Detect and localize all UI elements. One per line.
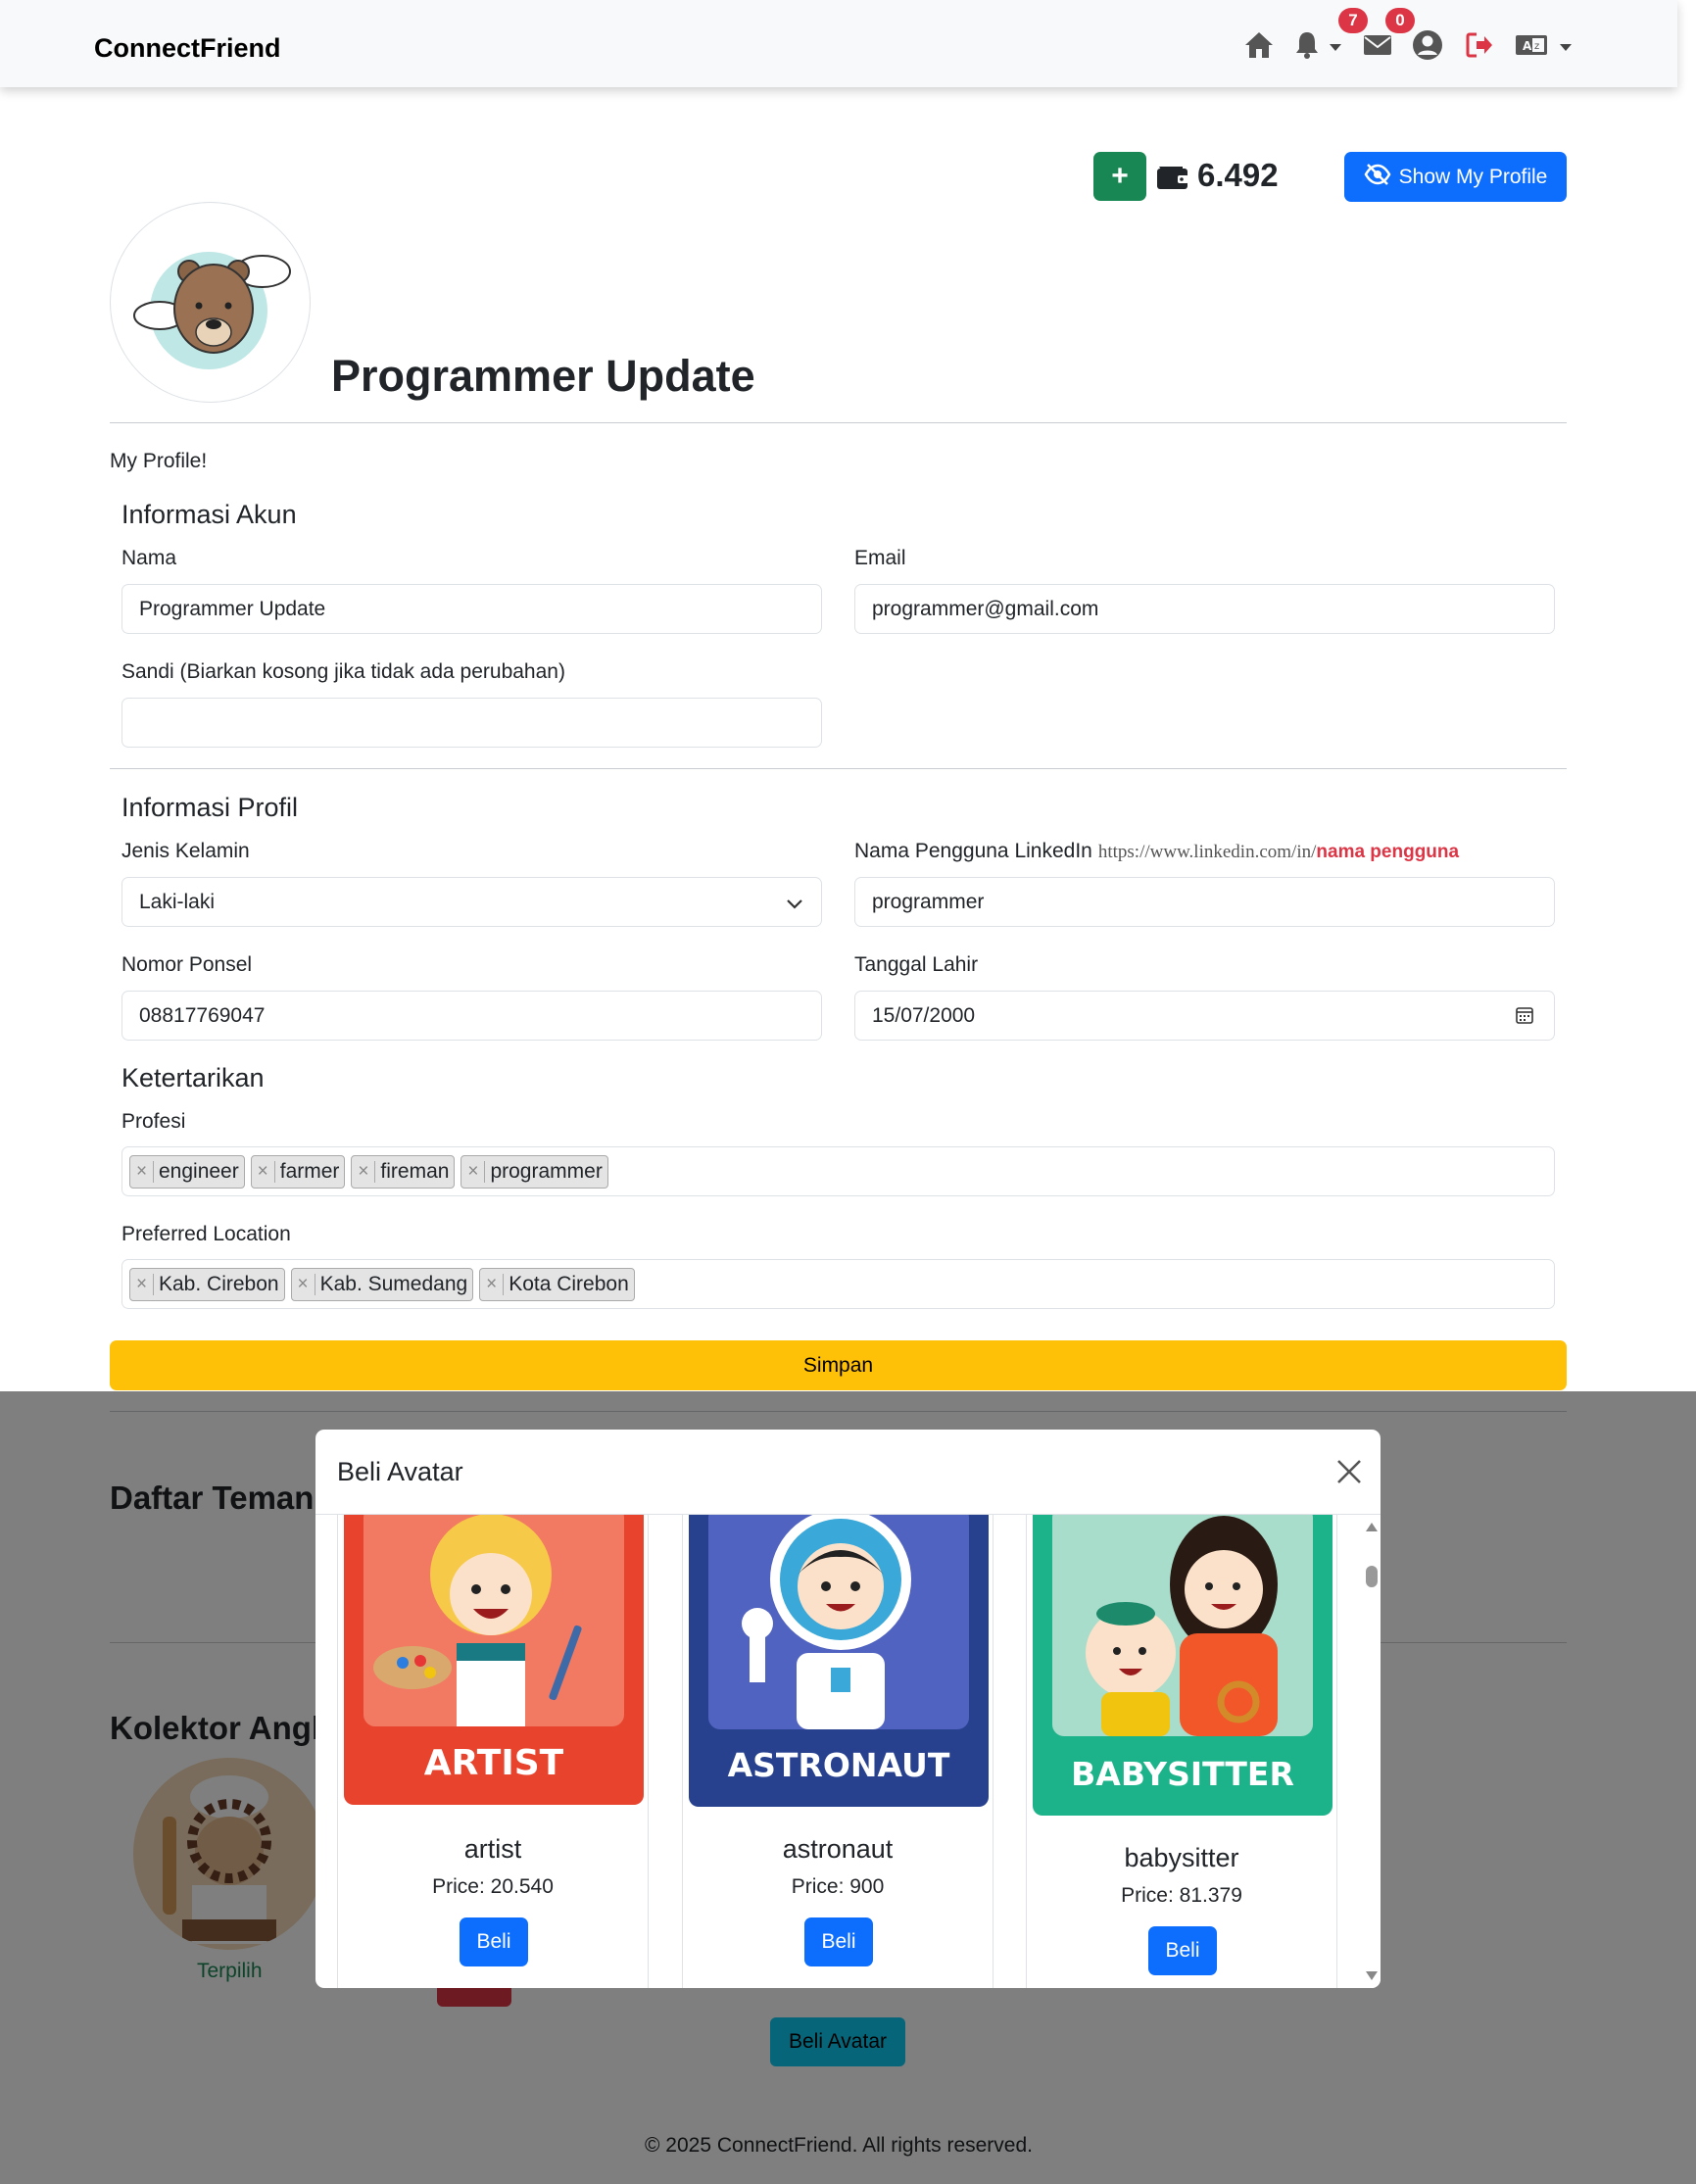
email-input[interactable]: programmer@gmail.com <box>854 584 1555 634</box>
profession-tag: × farmer <box>250 1154 346 1189</box>
avatar-price: Price: 900 <box>791 1875 885 1898</box>
birthdate-input[interactable]: 15/07/2000 <box>854 991 1555 1041</box>
buy-babysitter-button[interactable]: Beli <box>1148 1926 1217 1975</box>
modal-scrollbar[interactable] <box>1362 1515 1381 1988</box>
profession-label: Profesi <box>121 1110 186 1133</box>
location-multiselect[interactable]: × Kab. Cirebon × Kab. Sumedang × Kota Cireb… <box>121 1259 1555 1309</box>
location-tag: × Kab. Sumedang <box>290 1267 474 1301</box>
notification-dropdown-caret[interactable] <box>1330 44 1341 51</box>
account-section-title: Informasi Akun <box>121 500 297 529</box>
location-label: Preferred Location <box>121 1223 291 1245</box>
language-icon[interactable]: Az <box>1512 27 1551 63</box>
linkedin-hint-bold: nama pengguna <box>1316 842 1460 862</box>
page-title: Programmer Update <box>331 351 755 401</box>
scroll-up-arrow-icon[interactable] <box>1366 1523 1378 1531</box>
profession-tag: × programmer <box>460 1154 608 1189</box>
close-icon[interactable] <box>1334 1457 1364 1486</box>
brand-logo[interactable]: ConnectFriend <box>94 33 281 64</box>
avatar-name: babysitter <box>1124 1843 1239 1872</box>
avatar-name: artist <box>463 1834 522 1864</box>
remove-tag-icon[interactable]: × <box>480 1273 505 1295</box>
buy-avatar-modal: Beli Avatar ARTIST artist Price: 20.540 … <box>315 1430 1381 1988</box>
name-label: Nama <box>121 547 177 569</box>
name-input-value: Programmer Update <box>139 597 326 620</box>
linkedin-input-value: programmer <box>872 890 985 913</box>
gender-select-value: Laki-laki <box>139 890 216 913</box>
avatar-name: astronaut <box>782 1834 894 1864</box>
avatar-banner-artist: ARTIST <box>423 1743 564 1783</box>
remove-tag-icon[interactable]: × <box>252 1160 275 1183</box>
gender-label: Jenis Kelamin <box>121 840 250 862</box>
home-icon[interactable] <box>1241 27 1277 63</box>
show-profile-button[interactable]: Show My Profile <box>1344 152 1567 202</box>
buy-artist-button[interactable]: Beli <box>460 1917 528 1966</box>
linkedin-label: Nama Pengguna LinkedIn <box>854 840 1092 862</box>
avatar-card: ASTRONAUT astronaut Price: 900 Beli <box>682 1515 993 1988</box>
calendar-icon[interactable] <box>1515 1005 1534 1031</box>
profile-intro: My Profile! <box>110 450 208 472</box>
scroll-down-arrow-icon[interactable] <box>1366 1971 1378 1980</box>
user-circle-icon[interactable] <box>1410 27 1445 63</box>
remove-tag-icon[interactable]: × <box>292 1273 315 1295</box>
avatar-banner-astronaut: ASTRONAUT <box>727 1746 950 1784</box>
password-input[interactable] <box>121 698 822 748</box>
interests-section-title: Ketertarikan <box>121 1063 265 1092</box>
show-profile-label: Show My Profile <box>1398 165 1548 188</box>
gender-select[interactable]: Laki-laki <box>121 877 822 927</box>
wallet-balance: 6.492 <box>1197 157 1279 193</box>
svg-text:A: A <box>1523 39 1532 53</box>
topup-button[interactable]: + <box>1093 152 1146 201</box>
avatar-price: Price: 20.540 <box>432 1875 554 1898</box>
location-tag: × Kab. Cirebon <box>129 1267 285 1301</box>
remove-tag-icon[interactable]: × <box>130 1273 154 1295</box>
password-label: Sandi (Biarkan kosong jika tidak ada per… <box>121 660 565 683</box>
modal-title: Beli Avatar <box>337 1457 463 1486</box>
email-label: Email <box>854 547 906 569</box>
birthdate-input-value: 15/07/2000 <box>872 1003 976 1027</box>
profession-tag: × fireman <box>351 1154 456 1189</box>
save-button[interactable]: Simpan <box>110 1340 1567 1390</box>
logout-icon[interactable] <box>1462 27 1497 63</box>
phone-input[interactable]: 08817769047 <box>121 991 822 1041</box>
profile-section-title: Informasi Profil <box>121 793 299 822</box>
name-input[interactable]: Programmer Update <box>121 584 822 634</box>
navbar: ConnectFriend 7 0 Az <box>0 0 1677 87</box>
profile-avatar <box>110 202 311 403</box>
divider <box>110 422 1567 423</box>
birthdate-label: Tanggal Lahir <box>854 953 979 976</box>
profession-multiselect[interactable]: × engineer × farmer × fireman × programmer <box>121 1146 1555 1196</box>
avatar-card: ARTIST artist Price: 20.540 Beli <box>337 1515 649 1988</box>
chevron-down-icon <box>786 893 803 916</box>
linkedin-input[interactable]: programmer <box>854 877 1555 927</box>
envelope-icon[interactable] <box>1360 27 1395 63</box>
bell-icon[interactable] <box>1289 27 1325 63</box>
scroll-thumb[interactable] <box>1366 1566 1378 1587</box>
remove-tag-icon[interactable]: × <box>130 1160 154 1183</box>
remove-tag-icon[interactable]: × <box>461 1160 486 1183</box>
eye-slash-icon <box>1364 163 1391 192</box>
wallet-icon <box>1156 163 1189 196</box>
linkedin-label-row: Nama Pengguna LinkedIn https://www.linked… <box>854 840 1459 863</box>
email-input-value: programmer@gmail.com <box>872 597 1099 620</box>
linkedin-hint-prefix: https://www.linkedin.com/in/ <box>1097 842 1317 862</box>
language-dropdown-caret[interactable] <box>1560 44 1572 51</box>
remove-tag-icon[interactable]: × <box>352 1160 376 1183</box>
avatar-price: Price: 81.379 <box>1121 1884 1242 1907</box>
location-tag: × Kota Cirebon <box>479 1267 635 1301</box>
profession-tag: × engineer <box>129 1154 245 1189</box>
svg-text:z: z <box>1534 41 1539 52</box>
avatar-card: BABYSITTER babysitter Price: 81.379 Beli <box>1026 1515 1337 1988</box>
phone-input-value: 08817769047 <box>139 1003 266 1027</box>
phone-label: Nomor Ponsel <box>121 953 253 976</box>
divider <box>110 768 1567 769</box>
modal-body: ARTIST artist Price: 20.540 Beli ASTRONA… <box>315 1515 1381 1988</box>
buy-astronaut-button[interactable]: Beli <box>804 1917 873 1966</box>
avatar-banner-babysitter: BABYSITTER <box>1071 1755 1294 1793</box>
